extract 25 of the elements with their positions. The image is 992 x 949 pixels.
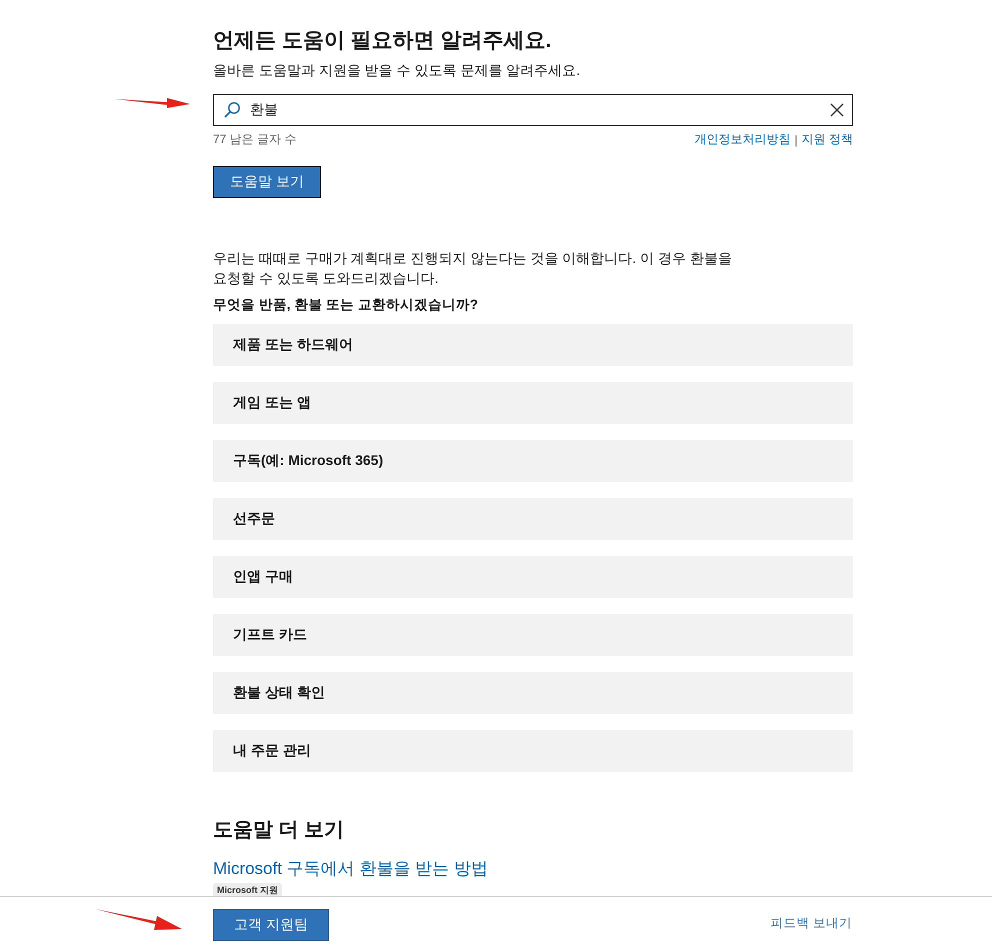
option-item[interactable]: 내 주문 관리 — [213, 730, 853, 772]
search-field[interactable]: 환불 — [213, 94, 853, 126]
page-heading: 언제든 도움이 필요하면 알려주세요. — [213, 28, 552, 54]
section-heading: 도움말 더 보기 — [213, 818, 346, 843]
clear-icon[interactable] — [830, 103, 844, 117]
policy-link[interactable]: 개인정보처리방침 — [694, 131, 791, 148]
option-item[interactable]: 환불 상태 확인 — [213, 672, 853, 714]
article-link[interactable]: Microsoft 구독에서 환불을 받는 방법 — [213, 857, 853, 880]
search-icon — [223, 101, 241, 119]
option-item[interactable]: 제품 또는 하드웨어 — [213, 324, 853, 366]
character-counter: 77 남은 글자 수 — [213, 131, 296, 148]
link-separator: | — [794, 132, 798, 146]
option-item[interactable]: 선주문 — [213, 498, 853, 540]
source-tag: Microsoft 지원 — [213, 883, 282, 896]
option-item[interactable]: 기프트 카드 — [213, 614, 853, 656]
option-item[interactable]: 게임 또는 앱 — [213, 382, 853, 424]
policy-link[interactable]: 지원 정책 — [802, 131, 853, 148]
option-item[interactable]: 인앱 구매 — [213, 556, 853, 598]
question-text: 무엇을 반품, 환불 또는 교환하시겠습니까? — [213, 296, 479, 314]
view-help-button[interactable]: 도움말 보기 — [213, 166, 321, 198]
contact-support-button[interactable]: 고객 지원팀 — [213, 909, 329, 941]
intro-text: 우리는 때때로 구매가 계획대로 진행되지 않는다는 것을 이해합니다. 이 경우 환불을 요청할 수 있도록 도와드리겠습니다. — [213, 249, 733, 288]
option-item[interactable]: 구독(예: Microsoft 365) — [213, 440, 853, 482]
feedback-link[interactable]: 피드백 보내기 — [770, 914, 852, 932]
page-subheading: 올바른 도움말과 지원을 받을 수 있도록 문제를 알려주세요. — [213, 62, 582, 80]
